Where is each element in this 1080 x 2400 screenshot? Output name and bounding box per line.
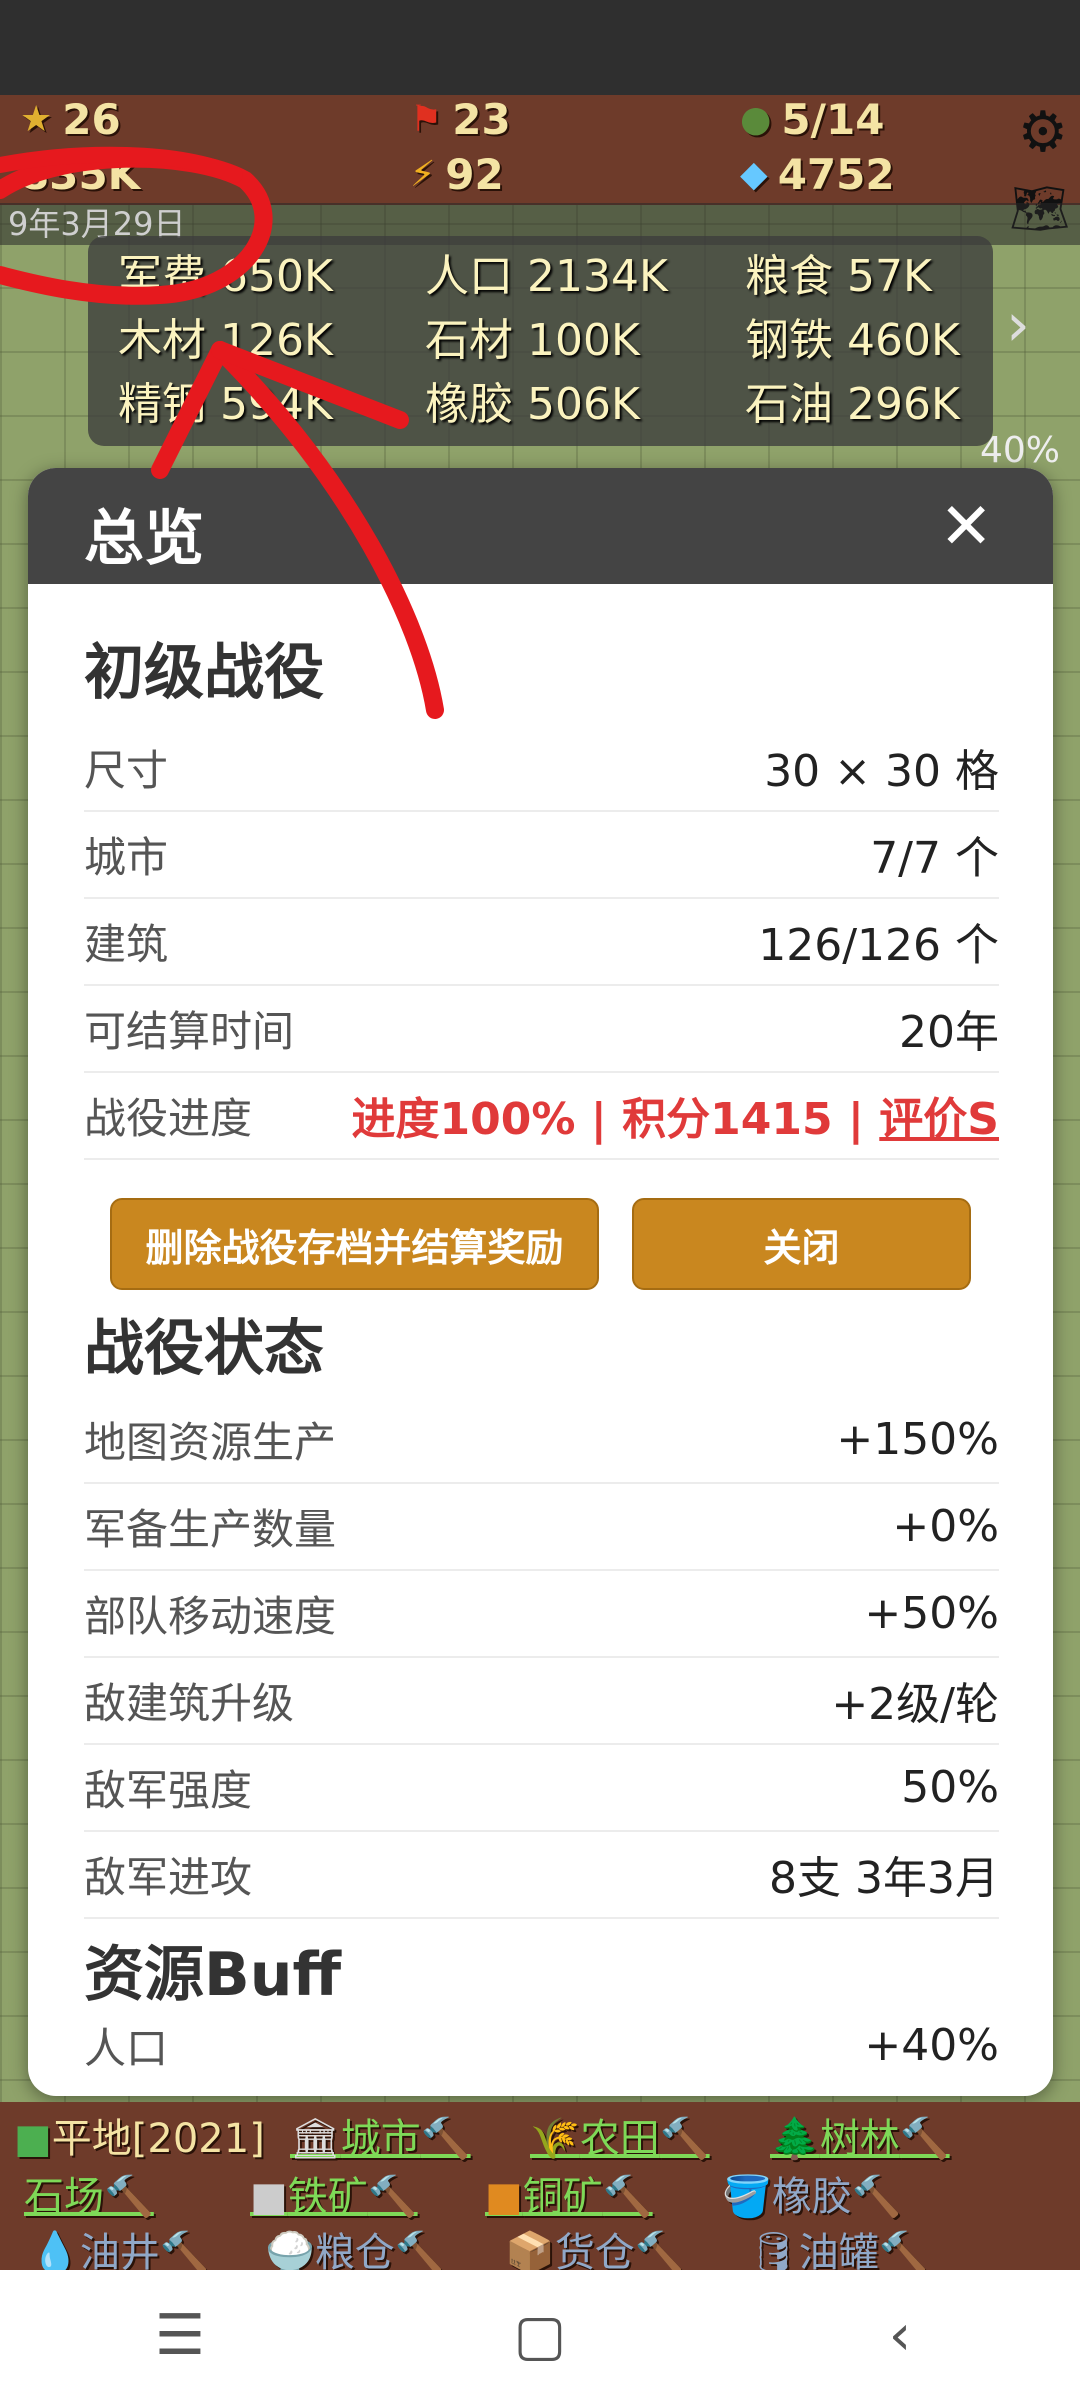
buff-row: 人口 +40% — [84, 2002, 999, 2088]
legend-farm[interactable]: 🌾农田🔨 — [530, 2106, 710, 2164]
row-value: 20年 — [899, 1007, 999, 1058]
info-row-progress: 战役进度 进度100% | 积分1415 | 评价S — [84, 1072, 999, 1160]
row-value: +150% — [836, 1413, 999, 1465]
menu-icon[interactable]: ☰ — [120, 2303, 240, 2368]
map-legend: ■平地[2021] 🏛城市🔨 🌾农田🔨 🌲树林🔨 石场🔨 ■铁矿🔨 ■铜矿🔨 🪣… — [0, 2102, 1080, 2276]
home-icon[interactable]: ▢ — [480, 2303, 600, 2368]
row-label: 建筑 — [84, 919, 169, 969]
progress-value: 进度100% | 积分1415 | 评价S — [351, 1094, 999, 1145]
row-label: 敌建筑升级 — [84, 1678, 295, 1728]
resource-population: 人口 2134K — [425, 251, 668, 302]
buff-title: 资源Buff — [84, 1940, 342, 2010]
status-title: 战役状态 — [84, 1314, 324, 1384]
back-icon[interactable]: ‹ — [840, 2303, 960, 2368]
status-row: 地图资源生产 +150% — [84, 1396, 999, 1484]
resource-steel: 钢铁 460K — [745, 315, 960, 366]
row-label: 战役进度 — [84, 1093, 253, 1143]
legend-city[interactable]: 🏛城市🔨 — [290, 2106, 471, 2164]
medal-counter: ★ 26 — [20, 95, 121, 144]
overview-dialog: 总览 ✕ 初级战役 尺寸 30 × 30 格 城市 7/7 个 建筑 126/1… — [28, 468, 1053, 2096]
row-value: +50% — [864, 1587, 999, 1639]
money-counter: 835K — [20, 150, 141, 199]
legend-forest[interactable]: 🌲树林🔨 — [770, 2106, 950, 2164]
row-label: 部队移动速度 — [84, 1591, 337, 1641]
legend-rubber[interactable]: 🪣橡胶🔨 — [722, 2164, 902, 2222]
info-row-cities: 城市 7/7 个 — [84, 811, 999, 899]
dialog-title: 总览 — [84, 504, 204, 574]
city-icon: 🏛 — [290, 2116, 341, 2162]
bucket-icon: 🪣 — [722, 2174, 772, 2220]
tree-icon: 🌲 — [770, 2116, 820, 2162]
dialog-header: 总览 ✕ — [28, 468, 1053, 584]
resource-food: 粮食 57K — [745, 251, 932, 302]
green-square-icon: ■ — [14, 2116, 52, 2162]
legend-quarry[interactable]: 石场🔨 — [24, 2164, 154, 2222]
row-label: 可结算时间 — [84, 1006, 295, 1056]
troop-counter: ● 5/14 — [740, 95, 885, 144]
map-percent-label: 40% — [979, 430, 1060, 471]
diamond-icon: ◆ — [740, 154, 768, 195]
row-value: 126/126 个 — [758, 920, 999, 971]
lightning-icon: ⚡ — [410, 154, 436, 195]
resource-wood: 木材 126K — [118, 315, 333, 366]
row-value: +2级/轮 — [831, 1679, 999, 1730]
resource-military: 军费 650K — [118, 251, 333, 302]
chevron-right-icon[interactable]: › — [1006, 290, 1030, 360]
resource-rubber: 橡胶 506K — [425, 379, 640, 430]
row-label: 人口 — [84, 2023, 169, 2073]
system-nav-bar: ☰ ▢ ‹ — [0, 2270, 1080, 2400]
row-label: 城市 — [84, 832, 169, 882]
grade-link[interactable]: 评价S — [879, 1094, 999, 1145]
row-value: 7/7 个 — [870, 833, 999, 884]
flag-icon: ⚑ — [410, 99, 443, 140]
info-row-settle-time: 可结算时间 20年 — [84, 985, 999, 1073]
close-icon[interactable]: ✕ — [939, 490, 993, 564]
status-row: 敌建筑升级 +2级/轮 — [84, 1657, 999, 1745]
medal-icon: ★ — [20, 99, 53, 140]
campaign-title: 初级战役 — [84, 638, 324, 708]
flag-counter: ⚑ 23 — [410, 95, 511, 144]
gem-counter: ◆ 4752 — [740, 150, 895, 199]
dialog-body[interactable]: 初级战役 尺寸 30 × 30 格 城市 7/7 个 建筑 126/126 个 … — [28, 584, 1053, 2096]
row-label: 敌军进攻 — [84, 1852, 253, 1902]
resource-fine-steel: 精钢 594K — [118, 379, 333, 430]
helmet-icon: ● — [740, 99, 772, 140]
status-row: 敌军进攻 8支 3年3月 — [84, 1831, 999, 1919]
gray-square-icon: ■ — [250, 2174, 288, 2220]
row-value: 50% — [901, 1761, 999, 1813]
row-value: 30 × 30 格 — [764, 746, 999, 797]
row-value: +0% — [892, 1500, 999, 1552]
row-value: 8支 3年3月 — [769, 1853, 999, 1904]
legend-copper-mine[interactable]: ■铜矿🔨 — [485, 2164, 653, 2222]
row-label: 敌军强度 — [84, 1765, 253, 1815]
row-value: +40% — [864, 2019, 999, 2071]
status-row: 军备生产数量 +0% — [84, 1483, 999, 1571]
delete-save-button[interactable]: 删除战役存档并结算奖励 — [110, 1198, 599, 1290]
row-label: 军备生产数量 — [84, 1504, 337, 1554]
info-row-buildings: 建筑 126/126 个 — [84, 898, 999, 986]
gear-icon[interactable]: ⚙ — [1018, 100, 1068, 165]
top-hud: ★ 26 ⚑ 23 ● 5/14 835K ⚡ 92 ◆ 4752 — [0, 95, 1080, 205]
orange-square-icon: ■ — [485, 2174, 523, 2220]
energy-counter: ⚡ 92 — [410, 150, 504, 199]
row-label: 尺寸 — [84, 745, 169, 795]
close-button[interactable]: 关闭 — [632, 1198, 971, 1290]
legend-iron-mine[interactable]: ■铁矿🔨 — [250, 2164, 418, 2222]
info-row-size: 尺寸 30 × 30 格 — [84, 724, 999, 812]
wheat-icon: 🌾 — [530, 2116, 580, 2162]
status-row: 敌军强度 50% — [84, 1744, 999, 1832]
resource-stone: 石材 100K — [425, 315, 640, 366]
legend-plain: ■平地[2021] — [14, 2116, 265, 2162]
resource-oil: 石油 296K — [745, 379, 960, 430]
row-label: 地图资源生产 — [84, 1417, 337, 1467]
status-row: 部队移动速度 +50% — [84, 1570, 999, 1658]
